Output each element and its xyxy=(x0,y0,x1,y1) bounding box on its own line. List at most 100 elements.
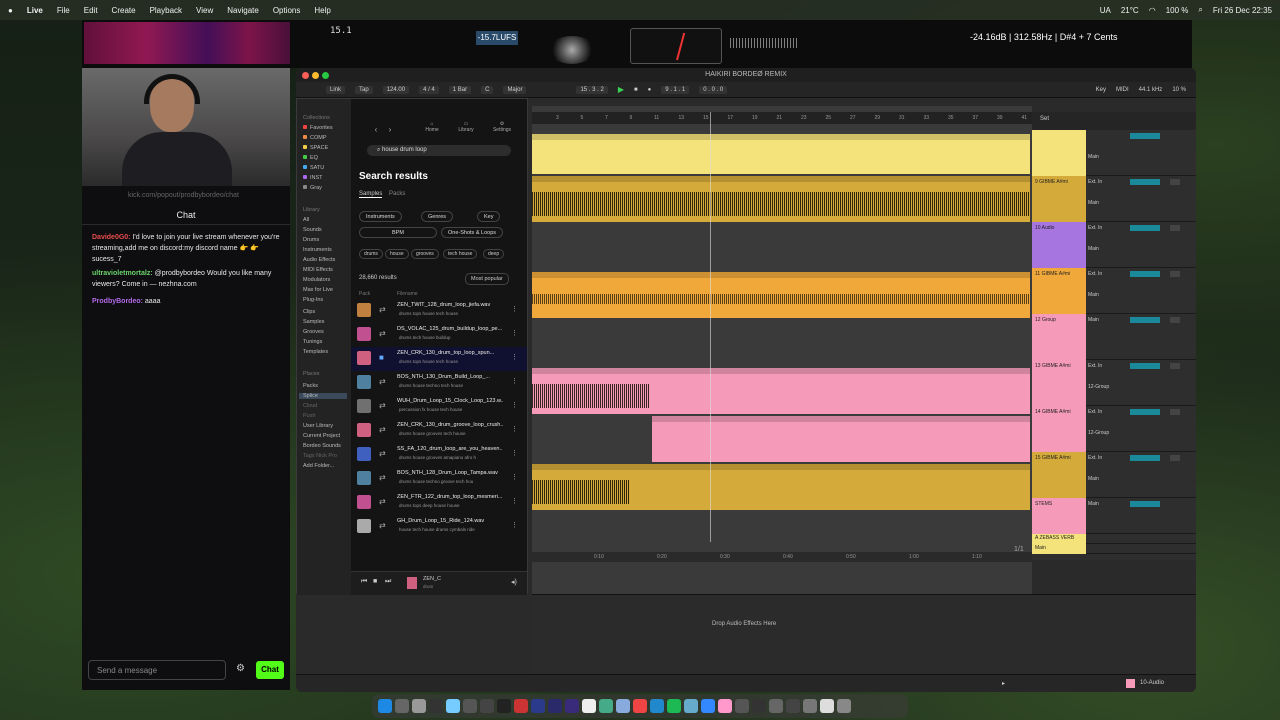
return-name[interactable]: A ZEBASS VERB xyxy=(1032,534,1086,544)
track-name[interactable]: STEMS xyxy=(1032,498,1086,534)
app-icon[interactable] xyxy=(786,699,800,713)
library-item[interactable]: Grooves xyxy=(303,329,324,335)
library-item[interactable]: Audio Effects xyxy=(303,257,335,263)
more-icon[interactable]: ⋮ xyxy=(511,329,518,337)
library-item[interactable]: Modulators xyxy=(303,277,330,283)
wifi-icon[interactable]: ◠ xyxy=(1149,6,1156,15)
clip[interactable]: GIBME A#minor 115 ARPEGIO xyxy=(532,464,1030,510)
next-icon[interactable]: ⏭ xyxy=(385,578,391,586)
menu-file[interactable]: File xyxy=(57,6,70,15)
app-icon[interactable] xyxy=(497,699,511,713)
library-item[interactable]: MIDI Effects xyxy=(303,267,333,273)
column-pack[interactable]: Pack xyxy=(359,291,370,297)
more-icon[interactable]: ⋮ xyxy=(511,401,518,409)
track-name[interactable]: 12 Group xyxy=(1032,314,1086,360)
stop-icon[interactable]: ■ xyxy=(373,578,377,585)
more-icon[interactable]: ⋮ xyxy=(511,377,518,385)
tab-packs[interactable]: Packs xyxy=(389,191,405,197)
sample-search-input[interactable]: ⌕ house drum loop xyxy=(367,145,511,156)
track-name[interactable]: 13 GIBME A#mi xyxy=(1032,360,1086,406)
track-output[interactable]: Main xyxy=(1088,154,1099,160)
settings-tab[interactable]: ⚙ Settings xyxy=(487,121,517,133)
app-icon[interactable] xyxy=(514,699,528,713)
document-icon[interactable] xyxy=(820,699,834,713)
app-icon[interactable] xyxy=(735,699,749,713)
track-volume[interactable] xyxy=(1130,317,1160,323)
track-input[interactable]: Ext. In xyxy=(1088,271,1102,277)
app-icon[interactable] xyxy=(599,699,613,713)
clip[interactable]: GIBME A#minor 115 VOCAL INTRO [2025-1... xyxy=(532,368,1030,414)
tag-chip[interactable]: grooves xyxy=(411,249,439,259)
media-encoder-icon[interactable] xyxy=(565,699,579,713)
chat-username[interactable]: ultravioletmortalz: xyxy=(92,270,153,277)
clip[interactable]: GIBME A#minor 115 LEAD PAD xyxy=(532,272,1030,318)
more-icon[interactable]: ⋮ xyxy=(511,449,518,457)
gear-icon[interactable]: ⚙ xyxy=(236,663,245,674)
track-name[interactable]: 10 Audio xyxy=(1032,222,1086,268)
app-icon[interactable] xyxy=(650,699,664,713)
add-folder-item[interactable]: Add Folder... xyxy=(303,463,334,469)
record-icon[interactable]: ● xyxy=(648,87,652,93)
track-volume[interactable] xyxy=(1130,271,1160,277)
filter-bpm[interactable]: BPM xyxy=(359,227,437,238)
library-item[interactable]: Max for Live xyxy=(303,287,333,293)
more-icon[interactable]: ⋮ xyxy=(511,521,518,529)
track-volume[interactable] xyxy=(1130,501,1160,507)
ableton-icon[interactable] xyxy=(429,699,443,713)
place-item[interactable]: Current Project xyxy=(303,433,340,439)
more-icon[interactable]: ⋮ xyxy=(511,353,518,361)
app-menu[interactable]: Live xyxy=(27,6,43,15)
finder-icon[interactable] xyxy=(378,699,392,713)
track-header[interactable]: Main xyxy=(1032,130,1196,176)
chat-input[interactable]: Send a message xyxy=(88,660,226,680)
sample-row[interactable]: ⇄ ZEN_CRK_130_drum_groove_loop_crush... … xyxy=(351,419,527,443)
library-item[interactable]: Templates xyxy=(303,349,328,355)
track-name[interactable] xyxy=(1032,130,1086,176)
track-name[interactable]: 11 GIBME A#mi xyxy=(1032,268,1086,314)
collection-favorites[interactable]: Favorites xyxy=(303,125,333,131)
place-item[interactable]: Packs xyxy=(303,383,318,389)
app-icon[interactable] xyxy=(582,699,596,713)
app-icon[interactable] xyxy=(463,699,477,713)
app-icon[interactable] xyxy=(480,699,494,713)
place-item[interactable]: Bordeo Sounds xyxy=(303,443,341,449)
track-output[interactable]: Main xyxy=(1088,501,1099,507)
library-item[interactable]: Plug-Ins xyxy=(303,297,323,303)
link-button[interactable]: Link xyxy=(326,85,346,94)
sample-row[interactable]: ⇄ BOS_NTH_130_Drum_Build_Loop_... drums … xyxy=(351,371,527,395)
chat-send-button[interactable]: Chat xyxy=(256,661,284,679)
spotify-icon[interactable] xyxy=(667,699,681,713)
sample-row[interactable]: ⇄ WUH_Drum_Loop_15_Clock_Loop_123.w... p… xyxy=(351,395,527,419)
library-item[interactable]: Drums xyxy=(303,237,319,243)
place-item[interactable]: Push xyxy=(303,413,316,419)
app-icon[interactable] xyxy=(684,699,698,713)
lightroom-icon[interactable] xyxy=(531,699,545,713)
app-icon[interactable] xyxy=(718,699,732,713)
library-item[interactable]: All xyxy=(303,217,309,223)
menu-view[interactable]: View xyxy=(196,6,213,15)
main-track[interactable]: Main xyxy=(1032,544,1196,554)
menu-help[interactable]: Help xyxy=(314,6,330,15)
app-icon[interactable] xyxy=(769,699,783,713)
tag-chip[interactable]: house xyxy=(385,249,409,259)
search-icon[interactable]: ⌕ xyxy=(1198,5,1202,15)
mute-button[interactable] xyxy=(1170,455,1180,461)
track-header[interactable]: 13 GIBME A#mi Ext. In 12-Group xyxy=(1032,360,1196,406)
overview-bar[interactable] xyxy=(532,98,1032,106)
play-icon[interactable]: ▶ xyxy=(618,85,624,94)
close-icon[interactable] xyxy=(302,72,309,79)
filter-instruments[interactable]: Instruments xyxy=(359,211,402,222)
time-ruler[interactable]: 0:10 0:20 0:30 0:40 0:50 1:00 1:10 xyxy=(532,552,1032,562)
minimize-icon[interactable] xyxy=(312,72,319,79)
track-header[interactable]: STEMS Main xyxy=(1032,498,1196,534)
track-volume[interactable] xyxy=(1130,133,1160,139)
loop-length[interactable]: 0 . 0 . 0 xyxy=(699,85,728,94)
track-output[interactable]: Main xyxy=(1088,292,1099,298)
track-name[interactable]: 15 GIBME A#mi xyxy=(1032,452,1086,498)
menu-create[interactable]: Create xyxy=(112,6,136,15)
filter-oneshots-loops[interactable]: One-Shots & Loops xyxy=(441,227,504,238)
stop-preview-icon[interactable]: ■ xyxy=(379,353,384,362)
key-map-button[interactable]: Key xyxy=(1096,87,1106,93)
track-output[interactable]: Main xyxy=(1088,246,1099,252)
premiere-icon[interactable] xyxy=(548,699,562,713)
